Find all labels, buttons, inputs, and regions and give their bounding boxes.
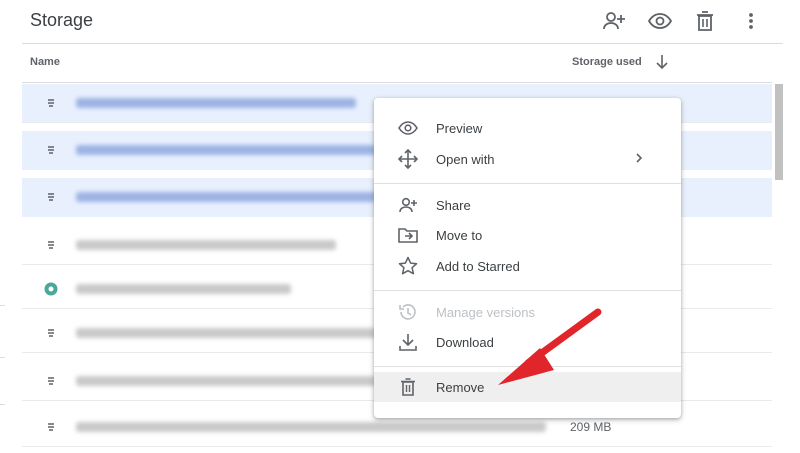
file-name-blurred [76, 145, 376, 155]
doc-icon [44, 374, 58, 388]
download-icon [398, 332, 418, 352]
menu-label-add-starred: Add to Starred [436, 259, 520, 274]
teal-circle-icon [44, 282, 58, 296]
file-name-blurred [76, 376, 376, 386]
column-header-name[interactable]: Name [30, 56, 60, 68]
menu-label-open-with: Open with [436, 152, 495, 167]
star-icon [398, 256, 418, 276]
menu-item-open-with[interactable]: Open with [374, 144, 681, 174]
menu-label-move-to: Move to [436, 228, 483, 243]
doc-icon [44, 238, 58, 252]
menu-label-preview: Preview [436, 121, 483, 136]
menu-label-share: Share [436, 198, 471, 213]
doc-icon [44, 326, 58, 340]
add-person-icon[interactable] [602, 9, 626, 33]
file-name-blurred [76, 192, 376, 202]
header-divider [22, 43, 783, 44]
divider [0, 305, 5, 306]
eye-icon [398, 118, 418, 138]
file-name-blurred [76, 422, 546, 432]
scrollbar-thumb[interactable] [775, 84, 783, 180]
doc-icon [44, 190, 58, 204]
trash-icon [398, 377, 418, 397]
eye-icon[interactable] [648, 9, 672, 33]
doc-icon [44, 420, 58, 434]
move-arrows-icon [398, 149, 418, 169]
sort-down-arrow-icon[interactable] [655, 54, 669, 70]
menu-item-move-to[interactable]: Move to [374, 220, 681, 250]
menu-divider [374, 183, 681, 184]
file-size: 209 MB [570, 420, 612, 434]
trash-icon[interactable] [693, 9, 717, 33]
file-name-blurred [76, 328, 376, 338]
divider [0, 404, 5, 405]
file-name-blurred [76, 240, 336, 250]
history-icon [398, 302, 418, 322]
storage-header: Storage [0, 0, 800, 43]
menu-item-preview[interactable]: Preview [374, 113, 681, 143]
file-name-blurred [76, 98, 356, 108]
page-title: Storage [30, 10, 94, 30]
annotation-arrow-icon [470, 300, 610, 400]
menu-divider [374, 290, 681, 291]
row-divider [22, 446, 772, 447]
file-name-blurred [76, 284, 291, 294]
add-person-icon [398, 195, 418, 215]
more-vert-icon[interactable] [739, 9, 763, 33]
column-header-storage[interactable]: Storage used [572, 56, 642, 68]
move-to-folder-icon [398, 225, 418, 245]
column-divider [22, 82, 772, 83]
menu-item-add-starred[interactable]: Add to Starred [374, 251, 681, 281]
menu-item-share[interactable]: Share [374, 190, 681, 220]
doc-icon [44, 96, 58, 110]
divider [0, 357, 5, 358]
doc-icon [44, 143, 58, 157]
chevron-right-icon [632, 151, 646, 165]
